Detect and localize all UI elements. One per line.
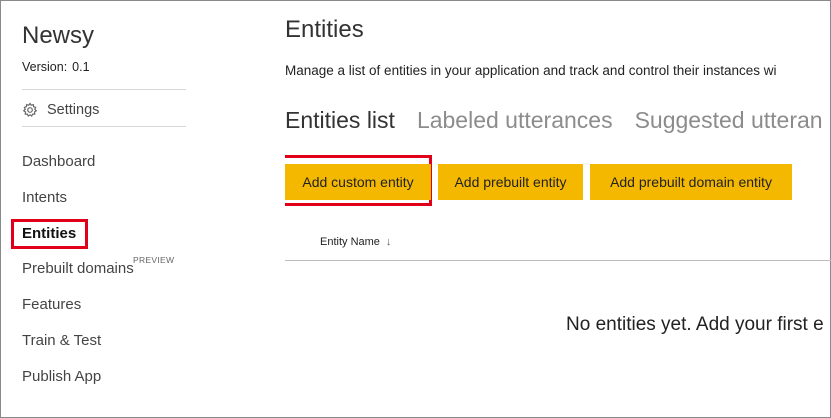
sidebar-item-publish-app[interactable]: Publish App <box>22 368 101 385</box>
highlight-annotation-entities <box>11 219 88 249</box>
tab-entities-list[interactable]: Entities list <box>285 107 395 134</box>
tab-bar: Entities list Labeled utterances Suggested… <box>285 107 831 134</box>
page-description: Manage a list of entities in your applic… <box>285 63 777 78</box>
settings-label: Settings <box>47 102 100 118</box>
column-header-entity-name[interactable]: Entity Name ↓ <box>320 236 391 248</box>
add-prebuilt-entity-button[interactable]: Add prebuilt entity <box>438 164 583 200</box>
add-custom-entity-button[interactable]: Add custom entity <box>285 164 431 200</box>
tab-labeled-utterances[interactable]: Labeled utterances <box>417 107 613 134</box>
sidebar-divider <box>22 89 186 90</box>
sort-down-icon: ↓ <box>385 236 392 248</box>
sidebar-item-intents[interactable]: Intents <box>22 189 67 206</box>
table-divider <box>285 260 831 261</box>
sidebar-item-train-test[interactable]: Train & Test <box>22 332 101 349</box>
sidebar-item-features[interactable]: Features <box>22 296 81 313</box>
gear-icon <box>22 102 38 118</box>
empty-state-message: No entities yet. Add your first e <box>566 314 824 335</box>
sidebar-item-prebuilt-domains[interactable]: Prebuilt domains <box>22 260 134 277</box>
column-header-label: Entity Name <box>320 236 380 248</box>
app-version: Version: 0.1 <box>22 60 90 74</box>
tab-suggested-utterances[interactable]: Suggested utteran <box>635 107 823 134</box>
sidebar: Newsy Version: 0.1 Settings Dashboard Int… <box>0 0 260 418</box>
page-title: Entities <box>285 16 364 43</box>
main-content: Entities Manage a list of entities in yo… <box>285 0 831 418</box>
version-label: Version: <box>22 60 68 74</box>
settings-link[interactable]: Settings <box>22 99 99 121</box>
preview-badge: PREVIEW <box>133 255 175 265</box>
sidebar-item-dashboard[interactable]: Dashboard <box>22 153 95 170</box>
version-value: 0.1 <box>72 60 90 74</box>
app-name: Newsy <box>22 22 95 49</box>
sidebar-divider <box>22 126 186 127</box>
add-prebuilt-domain-entity-button[interactable]: Add prebuilt domain entity <box>590 164 792 200</box>
